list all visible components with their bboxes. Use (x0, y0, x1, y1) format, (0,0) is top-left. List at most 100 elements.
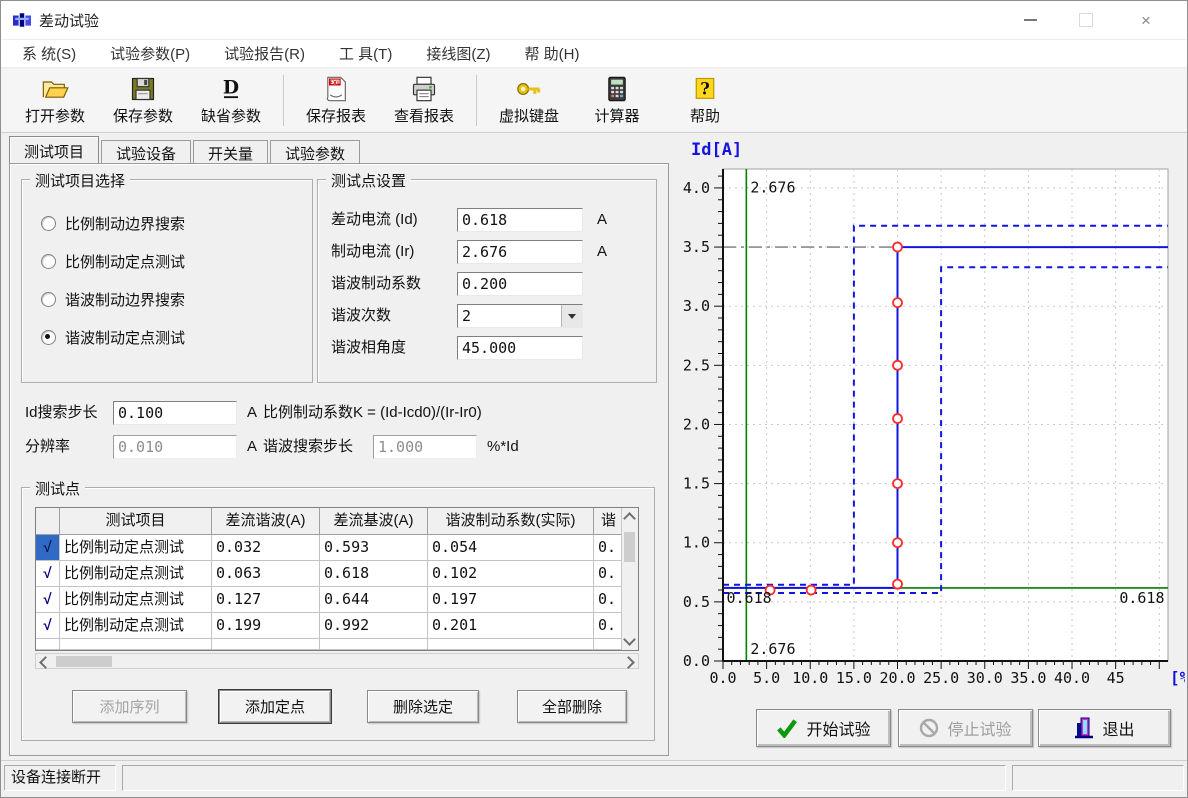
toolbar: 打开参数保存参数D缺省参数 EXL保存报表查看报表虚拟键盘计算器 ?帮助 (1, 69, 1187, 133)
field-input-0[interactable] (457, 208, 583, 232)
menu-item-help[interactable]: 帮 助(H) (511, 40, 592, 67)
start-test-button[interactable]: 开始试验 (756, 709, 891, 747)
add-point-button[interactable]: 添加定点 (219, 690, 331, 723)
group-title: 测试点设置 (326, 170, 411, 191)
toolbar-label: 打开参数 (25, 105, 85, 126)
radio-option-1[interactable]: 比例制动定点测试 (41, 251, 185, 272)
y-tick-label: 0.5 (683, 593, 710, 611)
toolbar-button-help[interactable]: ?帮助 (661, 69, 749, 132)
table-header-3[interactable]: 差流基波(A) (320, 508, 428, 535)
toolbar-button-save-report[interactable]: EXL保存报表 (292, 69, 380, 132)
harmonic-order-select[interactable]: 2 (457, 304, 583, 328)
radio-option-3[interactable]: 谐波制动定点测试 (41, 327, 185, 348)
field-unit-0: A (597, 208, 607, 232)
scroll-left-icon[interactable] (39, 656, 52, 669)
table-hscrollbar[interactable] (35, 653, 639, 669)
table-row[interactable]: √比例制动定点测试0.1990.9920.2010. (36, 613, 638, 639)
table-header-0[interactable] (36, 508, 60, 535)
table-header-4[interactable]: 谐波制动系数(实际) (428, 508, 594, 535)
scroll-down-icon[interactable] (623, 633, 636, 646)
toolbar-button-virtual-keyboard[interactable]: 虚拟键盘 (485, 69, 573, 132)
stop-test-button[interactable]: 停止试验 (898, 709, 1033, 747)
table-cell: 0.197 (428, 587, 594, 613)
toolbar-label: 帮助 (690, 105, 720, 126)
table-cell: 0. (594, 535, 624, 561)
tab-switch-quantity[interactable]: 开关量 (193, 140, 268, 163)
toolbar-button-save-params[interactable]: 保存参数 (99, 69, 187, 132)
open-folder-icon (41, 75, 69, 103)
vscroll-thumb[interactable] (624, 532, 635, 562)
radio-selected-icon[interactable] (41, 330, 56, 345)
menu-item-tools[interactable]: 工 具(T) (326, 40, 405, 67)
row-check-cell[interactable]: √ (36, 535, 60, 561)
delete-all-button[interactable]: 全部删除 (517, 690, 627, 723)
field-label-1: 制动电流 (Ir) (331, 240, 414, 264)
scroll-up-icon[interactable] (623, 512, 636, 525)
table-header-1[interactable]: 测试项目 (60, 508, 212, 535)
radio-unselected-icon[interactable] (41, 292, 56, 307)
radio-option-label: 谐波制动定点测试 (65, 327, 185, 348)
hscroll-thumb[interactable] (56, 656, 112, 667)
field-label-3: 谐波次数 (331, 304, 391, 328)
field-input-4[interactable] (457, 336, 583, 360)
tabs-row: 测试项目试验设备开关量试验参数 (9, 137, 362, 163)
table-row[interactable]: √比例制动定点测试0.0630.6180.1020. (36, 561, 638, 587)
toolbar-button-view-report[interactable]: 查看报表 (380, 69, 468, 132)
add-sequence-button[interactable]: 添加序列 (72, 690, 187, 723)
table-cell: 0.201 (428, 613, 594, 639)
close-icon: × (1141, 12, 1151, 29)
table-cell: 0. (594, 587, 624, 613)
maximize-button[interactable] (1063, 1, 1109, 39)
ratio-formula: 比例制动系数K = (Id-Icd0)/(Ir-Ir0) (263, 401, 482, 425)
row-check-cell[interactable]: √ (36, 587, 60, 613)
toolbar-button-default-params[interactable]: D缺省参数 (187, 69, 275, 132)
x-tick-label: 15.0 (836, 669, 872, 687)
tab-test-device[interactable]: 试验设备 (101, 140, 191, 163)
harmonic-step-unit: %*Id (487, 435, 519, 459)
field-input-2[interactable] (457, 272, 583, 296)
radio-option-label: 比例制动定点测试 (65, 251, 185, 272)
x-tick-label: 10.0 (792, 669, 828, 687)
svg-text:EXL: EXL (329, 80, 341, 86)
menu-item-test-params[interactable]: 试验参数(P) (97, 40, 203, 67)
id-step-input[interactable] (113, 401, 237, 425)
exit-button[interactable]: 退出 (1038, 709, 1171, 747)
toolbar-label: 计算器 (594, 105, 639, 126)
tab-test-items[interactable]: 测试项目 (9, 136, 99, 163)
menu-item-system[interactable]: 系 统(S) (9, 40, 89, 67)
field-input-1[interactable] (457, 240, 583, 264)
radio-option-label: 谐波制动边界搜索 (65, 289, 185, 310)
tab-test-parameters[interactable]: 试验参数 (270, 140, 360, 163)
minimize-button[interactable] (1007, 1, 1053, 39)
harmonic-step-input[interactable] (373, 435, 477, 459)
app-icon (13, 11, 31, 29)
y-tick-label: 0.0 (683, 652, 710, 670)
row-check-cell[interactable]: √ (36, 613, 60, 639)
scroll-right-icon[interactable] (622, 656, 635, 669)
radio-unselected-icon[interactable] (41, 216, 56, 231)
y-axis-title: Id[A] (691, 140, 742, 160)
table-cell: 比例制动定点测试 (60, 535, 212, 561)
toolbar-button-calculator[interactable]: 计算器 (573, 69, 661, 132)
x-tick-label: 25.0 (923, 669, 959, 687)
resolution-input[interactable] (113, 435, 237, 459)
delete-selected-button[interactable]: 删除选定 (367, 690, 479, 723)
table-row[interactable]: √比例制动定点测试0.1270.6440.1970. (36, 587, 638, 613)
radio-option-0[interactable]: 比例制动边界搜索 (41, 213, 185, 234)
chevron-down-icon (568, 314, 576, 319)
table-cell: 0.992 (320, 613, 428, 639)
dropdown-button[interactable] (561, 305, 582, 327)
menu-item-test-report[interactable]: 试验报告(R) (211, 40, 318, 67)
menu-item-wiring-diagram[interactable]: 接线图(Z) (413, 40, 503, 67)
table-row[interactable]: √比例制动定点测试0.0320.5930.0540. (36, 535, 638, 561)
row-check-cell[interactable]: √ (36, 561, 60, 587)
close-button[interactable]: × (1123, 1, 1169, 39)
toolbar-button-open-params[interactable]: 打开参数 (11, 69, 99, 132)
x-tick-label: 0.0 (709, 669, 736, 687)
table-header-2[interactable]: 差流谐波(A) (212, 508, 320, 535)
radio-option-2[interactable]: 谐波制动边界搜索 (41, 289, 185, 310)
radio-unselected-icon[interactable] (41, 254, 56, 269)
x-tick-label: 5.0 (753, 669, 780, 687)
table-vscrollbar[interactable] (621, 508, 638, 650)
table-header-5[interactable]: 谐 (594, 508, 624, 535)
